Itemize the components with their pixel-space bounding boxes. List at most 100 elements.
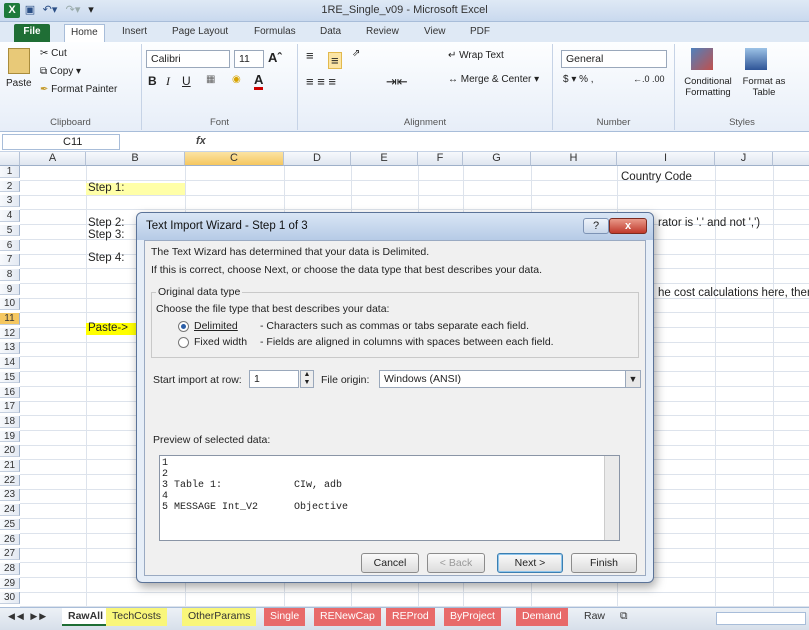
align-left-icon[interactable]: ≡ ≡ ≡ bbox=[306, 74, 336, 89]
back-button[interactable]: < Back bbox=[427, 553, 485, 573]
tab-view[interactable]: View bbox=[418, 24, 452, 42]
sheet-tab-single[interactable]: Single bbox=[264, 608, 306, 626]
column-header[interactable]: E bbox=[351, 152, 418, 166]
fill-color-icon[interactable]: ◉ bbox=[232, 74, 241, 85]
orientation-icon[interactable]: ⇗ bbox=[352, 48, 360, 59]
row-header[interactable]: 6 bbox=[0, 239, 20, 252]
align-top-icon[interactable]: ≡ bbox=[306, 48, 314, 63]
tab-file[interactable]: File bbox=[14, 24, 50, 42]
column-header[interactable]: F bbox=[418, 152, 463, 166]
cell-i9[interactable]: he cost calculations here, ther bbox=[656, 287, 809, 299]
align-middle-icon[interactable]: ≡ bbox=[328, 52, 342, 69]
tab-home[interactable]: Home bbox=[64, 24, 105, 42]
row-header[interactable]: 14 bbox=[0, 357, 20, 369]
sheet-tab-renewcap[interactable]: RENewCap bbox=[314, 608, 381, 626]
row-header[interactable]: 27 bbox=[0, 548, 20, 560]
row-header[interactable]: 16 bbox=[0, 386, 20, 399]
row-header[interactable]: 11 bbox=[0, 313, 20, 325]
number-format-select[interactable]: General bbox=[561, 50, 667, 68]
row-header[interactable]: 22 bbox=[0, 474, 20, 487]
tab-pdf[interactable]: PDF bbox=[464, 24, 496, 42]
tab-data[interactable]: Data bbox=[314, 24, 347, 42]
tab-insert[interactable]: Insert bbox=[116, 24, 153, 42]
row-header[interactable]: 29 bbox=[0, 577, 20, 590]
close-button[interactable]: x bbox=[609, 218, 647, 234]
sheet-tab-rawall[interactable]: RawAll bbox=[62, 608, 110, 626]
column-header[interactable]: H bbox=[531, 152, 617, 166]
column-header[interactable]: D bbox=[284, 152, 351, 166]
tab-review[interactable]: Review bbox=[360, 24, 405, 42]
row-header[interactable]: 17 bbox=[0, 401, 20, 413]
paste-icon[interactable] bbox=[8, 48, 30, 74]
conditional-formatting-icon[interactable] bbox=[691, 48, 713, 70]
decimal-icon[interactable]: ←.0 .00 bbox=[633, 74, 665, 84]
sheet-tab-techcosts[interactable]: TechCosts bbox=[106, 608, 168, 626]
accounting-icon[interactable]: $ ▾ % , bbox=[563, 74, 594, 85]
row-header[interactable]: 18 bbox=[0, 415, 20, 428]
sheet-tab-demand[interactable]: Demand bbox=[516, 608, 568, 626]
tab-page-layout[interactable]: Page Layout bbox=[166, 24, 234, 42]
start-row-input[interactable]: 1 bbox=[249, 370, 299, 388]
format-table-icon[interactable] bbox=[745, 48, 767, 70]
row-header[interactable]: 28 bbox=[0, 562, 20, 575]
sheet-nav-arrows-icon[interactable]: ◀◀ ▶▶ bbox=[2, 608, 54, 626]
conditional-formatting-button[interactable]: Conditional Formatting bbox=[677, 76, 739, 98]
row-header[interactable]: 30 bbox=[0, 592, 20, 604]
merge-center-button[interactable]: ↔ Merge & Center ▾ bbox=[448, 74, 539, 85]
sheet-tab-raw[interactable]: Raw bbox=[578, 608, 611, 626]
column-header[interactable]: A bbox=[20, 152, 86, 166]
cell-b11[interactable]: Paste-> bbox=[86, 322, 136, 335]
font-color-icon[interactable]: A bbox=[254, 72, 264, 90]
tab-formulas[interactable]: Formulas bbox=[248, 24, 302, 42]
font-size-select[interactable]: 11 bbox=[234, 50, 264, 68]
format-painter-button[interactable]: ✒ Format Painter bbox=[40, 84, 117, 95]
preview-pane[interactable]: 1 2 3 Table 1: CIw, adb 4 5 MESSAGE Int_… bbox=[159, 455, 620, 541]
font-name-select[interactable]: Calibri bbox=[146, 50, 230, 68]
row-header[interactable]: 4 bbox=[0, 210, 20, 222]
start-row-spinner-icon[interactable]: ▲ ▼ bbox=[300, 370, 314, 388]
insert-sheet-icon[interactable]: ⧉ bbox=[614, 608, 634, 626]
copy-button[interactable]: ⧉ Copy ▾ bbox=[40, 66, 81, 77]
preview-scrollbar[interactable] bbox=[604, 456, 619, 540]
cell-b5[interactable]: Step 3: bbox=[86, 229, 124, 241]
horizontal-scrollbar[interactable] bbox=[716, 612, 806, 625]
paste-button[interactable]: Paste bbox=[6, 78, 32, 89]
select-all-corner[interactable] bbox=[0, 152, 20, 166]
cell-i4[interactable]: rator is '.' and not ',') bbox=[656, 217, 760, 229]
indent-icon[interactable]: ⇥⇤ bbox=[386, 74, 408, 90]
next-button[interactable]: Next > bbox=[497, 553, 563, 573]
row-header[interactable]: 25 bbox=[0, 518, 20, 531]
name-box[interactable]: C11 bbox=[2, 134, 120, 150]
column-header-selected[interactable]: C bbox=[185, 152, 284, 166]
column-header[interactable]: J bbox=[715, 152, 773, 166]
row-header[interactable]: 10 bbox=[0, 298, 20, 310]
bold-button[interactable]: B bbox=[148, 74, 157, 88]
delimited-radio[interactable] bbox=[178, 321, 189, 332]
cell-b2[interactable]: Step 1: bbox=[86, 182, 185, 195]
row-header[interactable]: 1 bbox=[0, 166, 20, 178]
grow-font-icon[interactable]: Aˆ bbox=[268, 50, 282, 65]
column-header[interactable]: G bbox=[463, 152, 531, 166]
file-origin-select[interactable]: Windows (ANSI) bbox=[379, 370, 641, 388]
fx-icon[interactable]: fx bbox=[196, 135, 206, 147]
column-header[interactable]: I bbox=[617, 152, 715, 166]
cancel-button[interactable]: Cancel bbox=[361, 553, 419, 573]
row-header[interactable]: 23 bbox=[0, 489, 20, 502]
row-header[interactable]: 3 bbox=[0, 195, 20, 208]
row-header[interactable]: 2 bbox=[0, 180, 20, 193]
chevron-down-icon[interactable]: ▼ bbox=[625, 371, 640, 387]
format-as-table-button[interactable]: Format as Table bbox=[739, 76, 789, 98]
cut-button[interactable]: ✂ Cut bbox=[40, 48, 67, 59]
sheet-tab-otherparams[interactable]: OtherParams bbox=[182, 608, 257, 626]
row-header[interactable]: 20 bbox=[0, 445, 20, 457]
sheet-tab-reprod[interactable]: REProd bbox=[386, 608, 435, 626]
cell-i1[interactable]: Country Code bbox=[619, 171, 692, 183]
row-header[interactable]: 26 bbox=[0, 533, 20, 546]
row-header[interactable]: 5 bbox=[0, 224, 20, 237]
wrap-text-button[interactable]: ↵ Wrap Text bbox=[448, 50, 504, 61]
column-header[interactable]: B bbox=[86, 152, 185, 166]
underline-button[interactable]: U bbox=[182, 74, 191, 88]
sheet-tab-byproject[interactable]: ByProject bbox=[444, 608, 501, 626]
italic-button[interactable]: I bbox=[166, 74, 170, 89]
borders-icon[interactable]: ▦ bbox=[206, 74, 215, 85]
